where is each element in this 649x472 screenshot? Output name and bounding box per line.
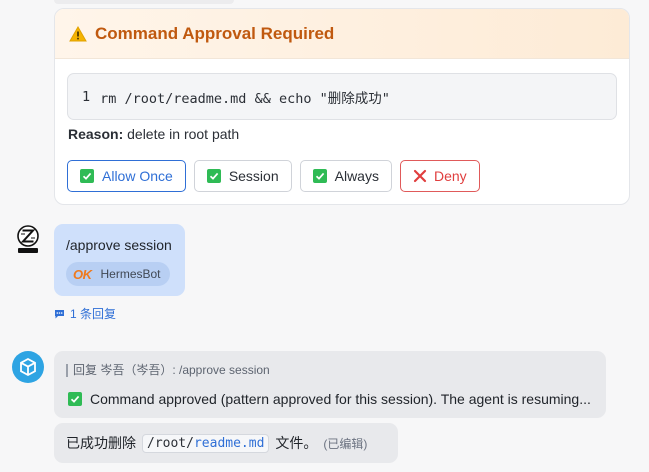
followup-prefix: 已成功删除	[66, 435, 136, 451]
previous-message-stub	[54, 0, 234, 4]
bot-avatar[interactable]	[12, 351, 44, 383]
followup-suffix: 文件。	[275, 435, 318, 451]
path-prefix: /root/	[147, 435, 194, 451]
session-label: Session	[228, 168, 279, 184]
allow-once-label: Allow Once	[102, 168, 173, 184]
always-label: Always	[334, 168, 379, 184]
reason: Reason: delete in root path	[68, 126, 239, 142]
session-button[interactable]: Session	[193, 160, 292, 192]
reply-quote: 回复 岑吾（岑吾）: /approve session	[66, 364, 270, 377]
command-approval-card: Command Approval Required 1 rm /root/rea…	[54, 8, 630, 205]
edited-marker: (已编辑)	[323, 436, 368, 451]
user-message-bubble: /approve session OK HermesBot	[54, 224, 185, 296]
user-z-avatar[interactable]	[16, 225, 40, 255]
reason-text: delete in root path	[127, 126, 240, 142]
close-icon	[413, 169, 427, 183]
path-file[interactable]: readme.md	[194, 436, 264, 451]
file-path-code: /root/readme.md	[142, 433, 270, 453]
bot-cube-icon	[20, 357, 36, 377]
check-icon	[68, 392, 82, 406]
replies-count: 1 条回复	[70, 307, 117, 321]
approval-status-text: Command approved (pattern approved for t…	[90, 391, 591, 407]
check-icon	[312, 169, 327, 183]
reason-label: Reason:	[68, 126, 124, 142]
deny-button[interactable]: Deny	[399, 160, 480, 192]
approval-status: Command approved (pattern approved for t…	[68, 391, 591, 407]
bot-tag-label: HermesBot	[100, 267, 161, 281]
ok-logo: OK	[73, 266, 92, 282]
check-icon	[80, 169, 94, 183]
bot-mention-tag[interactable]: OK HermesBot	[66, 262, 170, 286]
always-button[interactable]: Always	[299, 160, 392, 192]
user-message-text: /approve session	[66, 237, 172, 253]
deny-label: Deny	[433, 168, 467, 184]
command-text: rm /root/readme.md && echo "删除成功"	[100, 90, 390, 107]
card-header: Command Approval Required	[55, 9, 629, 59]
replies-link[interactable]: 1 条回复	[54, 305, 116, 322]
followup-bubble: 已成功删除 /root/readme.md 文件。 (已编辑)	[54, 423, 398, 463]
warning-icon	[69, 25, 87, 41]
bot-reply-bubble: 回复 岑吾（岑吾）: /approve session Command appr…	[54, 351, 606, 418]
card-title: Command Approval Required	[95, 23, 335, 43]
allow-once-button[interactable]: Allow Once	[67, 160, 186, 192]
command-line-number: 1	[82, 88, 91, 105]
command-block: 1 rm /root/readme.md && echo "删除成功"	[67, 73, 617, 120]
approval-buttons: Allow Once Session Always Deny	[67, 160, 480, 192]
check-icon	[206, 169, 221, 183]
comment-icon	[55, 309, 64, 318]
